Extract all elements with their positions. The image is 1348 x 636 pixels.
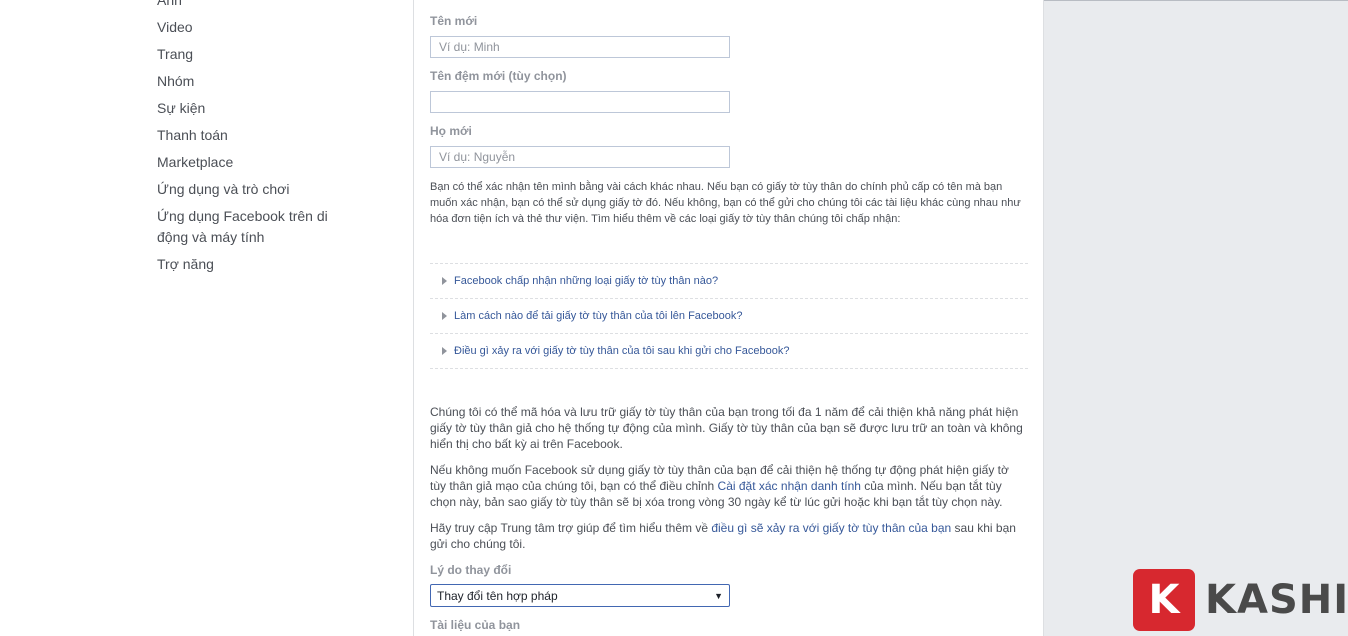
documents-label: Tài liệu của bạn (430, 618, 521, 632)
help-center-paragraph: Hãy truy cập Trung tâm trợ giúp để tìm h… (430, 520, 1028, 552)
what-happens-to-id-link[interactable]: điều gì sẽ xảy ra với giấy tờ tùy thân c… (711, 521, 951, 535)
sidebar-menu: Ảnh Video Trang Nhóm Sự kiện Thanh toán … (157, 0, 357, 281)
faq-link[interactable]: Làm cách nào để tải giấy tờ tùy thân của… (454, 310, 743, 322)
kashi-logo-text: KASHI (1205, 577, 1348, 623)
last-name-label: Họ mới (430, 124, 472, 138)
kashi-logo-mark: K (1133, 569, 1195, 631)
sidebar-item-video[interactable]: Video (157, 17, 357, 38)
kashi-logo-letter: K (1148, 577, 1180, 623)
identity-confirmation-settings-link[interactable]: Cài đặt xác nhận danh tính (718, 479, 861, 493)
first-name-label: Tên mới (430, 14, 478, 28)
sidebar-item-events[interactable]: Sự kiện (157, 98, 357, 119)
faq-link[interactable]: Facebook chấp nhận những loại giấy tờ tù… (454, 275, 718, 287)
sidebar-item-accessibility[interactable]: Trợ năng (157, 254, 357, 275)
middle-name-label: Tên đệm mới (tùy chọn) (430, 69, 567, 83)
last-name-input[interactable] (430, 146, 730, 168)
reason-select[interactable]: Thay đổi tên hợp pháp ▼ (430, 584, 730, 607)
help-center-text: Hãy truy cập Trung tâm trợ giúp để tìm h… (430, 521, 712, 535)
storage-paragraph: Chúng tôi có thể mã hóa và lưu trữ giấy … (430, 405, 1023, 451)
reason-selected-value: Thay đổi tên hợp pháp (437, 588, 558, 603)
expand-triangle-icon (442, 347, 447, 355)
faq-item-after-sending[interactable]: Điều gì xảy ra với giấy tờ tùy thân của … (430, 334, 1028, 369)
dropdown-arrow-icon: ▼ (714, 591, 723, 601)
first-name-input[interactable] (430, 36, 730, 58)
reason-label: Lý do thay đổi (430, 563, 512, 577)
sidebar-item-pages[interactable]: Trang (157, 44, 357, 65)
id-verification-intro: Bạn có thể xác nhận tên mình bằng vài cá… (430, 181, 1021, 225)
expand-triangle-icon (442, 277, 447, 285)
settings-sidebar: Ảnh Video Trang Nhóm Sự kiện Thanh toán … (0, 0, 413, 636)
faq-item-upload-id[interactable]: Làm cách nào để tải giấy tờ tùy thân của… (430, 299, 1028, 334)
faq-item-accepted-ids[interactable]: Facebook chấp nhận những loại giấy tờ tù… (430, 264, 1028, 299)
faq-list: Facebook chấp nhận những loại giấy tờ tù… (430, 263, 1028, 369)
faq-link[interactable]: Điều gì xảy ra với giấy tờ tùy thân của … (454, 345, 789, 357)
sidebar-item-groups[interactable]: Nhóm (157, 71, 357, 92)
settings-paragraph: Nếu không muốn Facebook sử dụng giấy tờ … (430, 462, 1028, 510)
sidebar-item-marketplace[interactable]: Marketplace (157, 152, 357, 173)
sidebar-item-apps-games[interactable]: Ứng dụng và trò chơi (157, 179, 357, 200)
sidebar-item-mobile-desktop-apps[interactable]: Ứng dụng Facebook trên di động và máy tí… (157, 206, 357, 248)
sidebar-item-payments[interactable]: Thanh toán (157, 125, 357, 146)
name-change-form: Tên mới Tên đệm mới (tùy chọn) Họ mới Bạ… (413, 0, 1044, 636)
expand-triangle-icon (442, 312, 447, 320)
kashi-watermark-logo: K KASHI (1133, 569, 1348, 631)
middle-name-input[interactable] (430, 91, 730, 113)
sidebar-item-photos[interactable]: Ảnh (157, 0, 357, 11)
